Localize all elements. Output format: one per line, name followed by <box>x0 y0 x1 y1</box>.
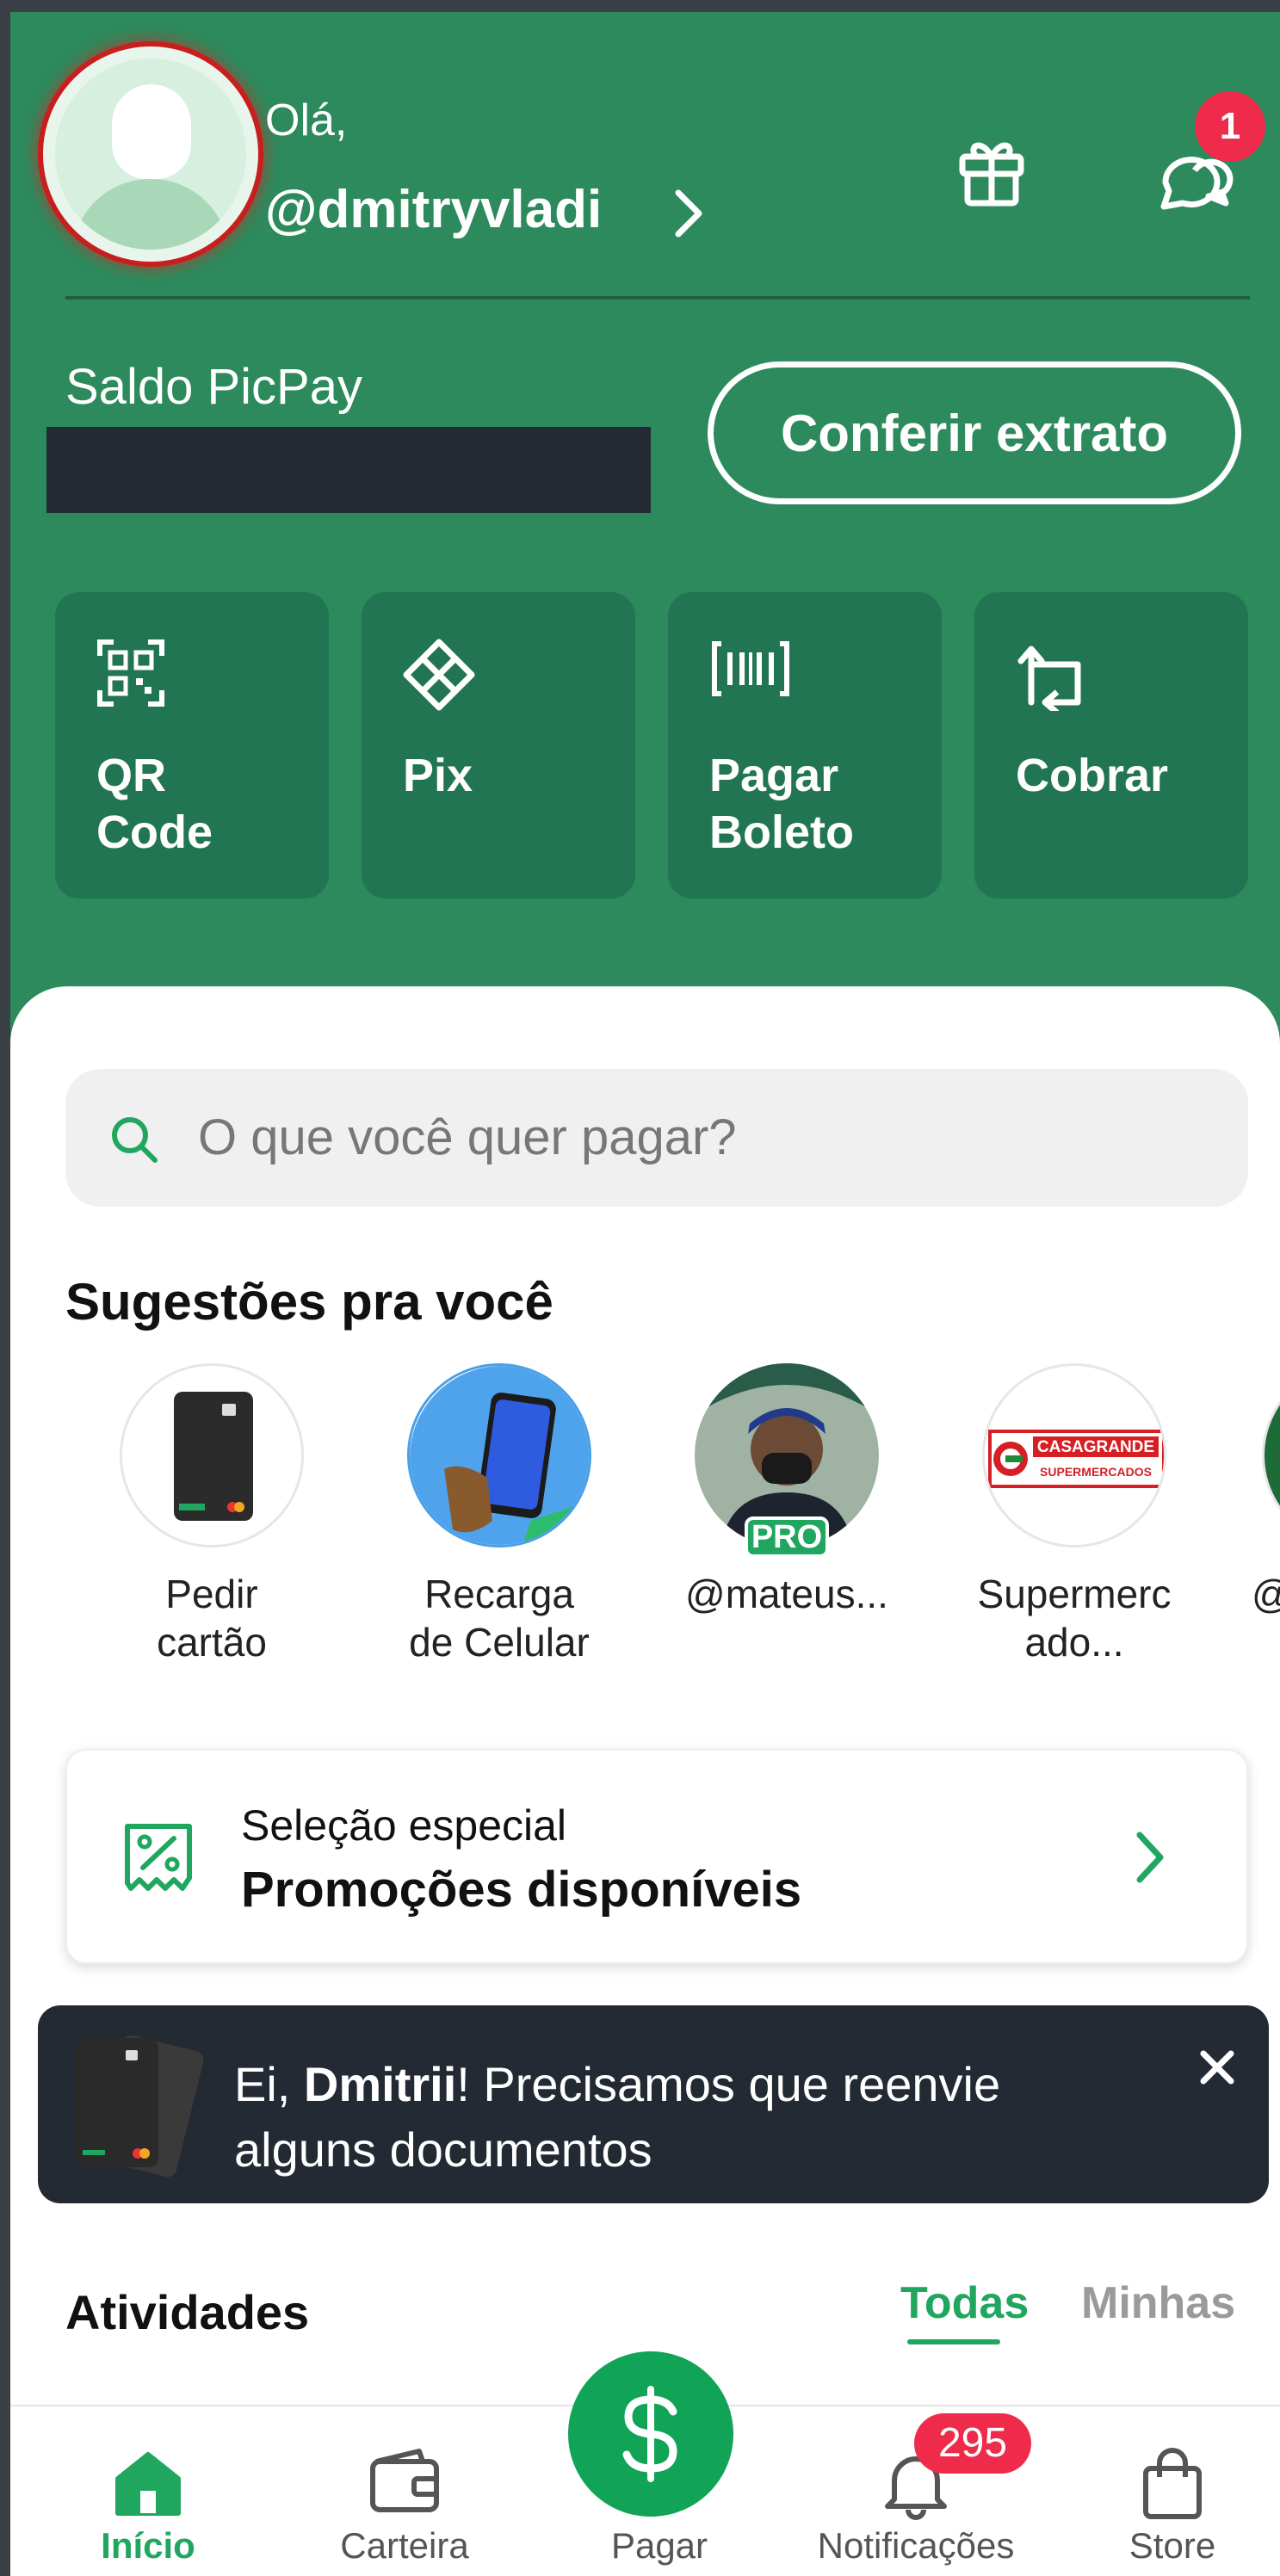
store-logo-text-1: CASAGRANDE <box>1037 1438 1154 1456</box>
content-sheet <box>10 986 1280 2467</box>
nav-store-label: Store <box>1129 2525 1216 2566</box>
promo-kicker: Seleção especial <box>241 1801 567 1850</box>
promo-title: Promoções disponíveis <box>241 1862 802 1918</box>
search-placeholder: O que você quer pagar? <box>198 1109 737 1165</box>
qr-code-icon <box>97 639 164 707</box>
shopping-bag-icon <box>1143 2448 1202 2519</box>
card-image <box>174 1392 253 1521</box>
balance-label: Saldo PicPay <box>65 359 362 415</box>
nav-wallet[interactable]: Carteira <box>293 2406 516 2576</box>
suggestion-label-1: Recarga <box>424 1572 574 1616</box>
suggestion-label-1: @ <box>1252 1570 1280 1618</box>
nav-pay-label: Pagar <box>610 2525 708 2566</box>
partial-avatar <box>1262 1363 1280 1547</box>
nav-notifications-label: Notificações <box>817 2525 1015 2566</box>
store-logo-text-2: SUPERMERCADOS <box>1040 1465 1152 1479</box>
suggestion-label-2: de Celular <box>409 1620 590 1665</box>
header-divider <box>65 296 1250 300</box>
documents-toast[interactable]: Ei, Dmitrii! Precisamos que reenvie algun… <box>38 2005 1269 2203</box>
toast-line1: ! Precisamos que reenvie <box>456 2057 1001 2111</box>
discount-tag-icon <box>125 1824 192 1891</box>
chevron-right-icon[interactable] <box>671 188 706 239</box>
search-input[interactable]: O que você quer pagar? <box>65 1069 1248 1207</box>
gift-icon[interactable] <box>955 131 1028 208</box>
pix-icon <box>403 639 475 711</box>
pix-label: Pix <box>403 750 473 801</box>
tab-all[interactable]: Todas <box>900 2277 1029 2329</box>
suggestion-label-2: ado... <box>1024 1620 1124 1665</box>
profile-avatar[interactable] <box>38 41 263 267</box>
pix-tile[interactable]: Pix <box>362 592 635 899</box>
suggestion-label-1: Supermerc <box>977 1572 1172 1616</box>
toast-name: Dmitrii <box>303 2057 457 2111</box>
search-icon <box>112 1117 158 1163</box>
app-frame: Olá, @dmitryvladi 1 Saldo PicPay Conferi… <box>10 12 1280 2576</box>
boleto-label-2: Boleto <box>709 806 854 858</box>
chevron-right-icon <box>1136 1832 1164 1883</box>
activities-title: Atividades <box>65 2285 310 2339</box>
boleto-tile[interactable]: Pagar Boleto <box>668 592 942 899</box>
suggestion-partial[interactable]: @ <box>1233 1363 1280 1618</box>
nav-store[interactable]: Store <box>1060 2406 1280 2576</box>
balance-value-redacted <box>46 427 651 513</box>
charge-label: Cobrar <box>1016 750 1169 801</box>
pro-badge: PRO <box>745 1517 829 1558</box>
suggestion-user-mateus[interactable]: PRO @mateus... <box>658 1363 916 1618</box>
barcode-icon <box>712 641 789 696</box>
username-link[interactable]: @dmitryvladi <box>265 179 602 240</box>
phone-recharge-image <box>410 1366 589 1545</box>
greeting-text: Olá, <box>265 96 348 145</box>
suggestion-supermarket[interactable]: CASAGRANDE SUPERMERCADOS Supermerc ado... <box>945 1363 1203 1666</box>
notifications-badge: 295 <box>914 2413 1031 2474</box>
qr-code-label-1: QR <box>96 750 166 801</box>
suggestions-title: Sugestões pra você <box>65 1273 553 1331</box>
avatar-placeholder-icon <box>55 59 246 250</box>
qr-code-tile[interactable]: QR Code <box>55 592 329 899</box>
nav-home[interactable]: Início <box>36 2406 260 2576</box>
suggestion-mobile-recharge[interactable]: Recarga de Celular <box>370 1363 628 1666</box>
tab-all-indicator <box>907 2339 1000 2344</box>
nav-home-label: Início <box>101 2525 195 2566</box>
home-icon <box>115 2452 181 2516</box>
boleto-label-1: Pagar <box>709 750 839 801</box>
pay-button[interactable] <box>568 2351 733 2517</box>
nav-wallet-label: Carteira <box>340 2525 469 2566</box>
qr-code-label-2: Code <box>96 806 213 858</box>
promotions-card[interactable]: Seleção especial Promoções disponíveis <box>65 1749 1248 1964</box>
tab-mine[interactable]: Minhas <box>1081 2277 1235 2329</box>
suggestion-label-2: cartão <box>157 1620 267 1665</box>
toast-prefix: Ei, <box>234 2057 304 2111</box>
charge-icon <box>1017 646 1081 711</box>
cards-image <box>76 2035 204 2178</box>
suggestion-label-1: @mateus... <box>685 1572 888 1616</box>
statement-button[interactable]: Conferir extrato <box>708 361 1241 504</box>
casagrande-logo: CASAGRANDE SUPERMERCADOS <box>988 1430 1164 1488</box>
wallet-icon <box>370 2449 439 2512</box>
toast-line2: alguns documentos <box>234 2122 652 2177</box>
charge-tile[interactable]: Cobrar <box>974 592 1248 899</box>
suggestion-card-request[interactable]: Pedir cartão <box>83 1363 341 1666</box>
chat-badge: 1 <box>1195 91 1265 162</box>
dollar-icon <box>622 2386 677 2482</box>
suggestion-label-1: Pedir <box>165 1572 258 1616</box>
close-icon[interactable] <box>1198 2048 1236 2086</box>
